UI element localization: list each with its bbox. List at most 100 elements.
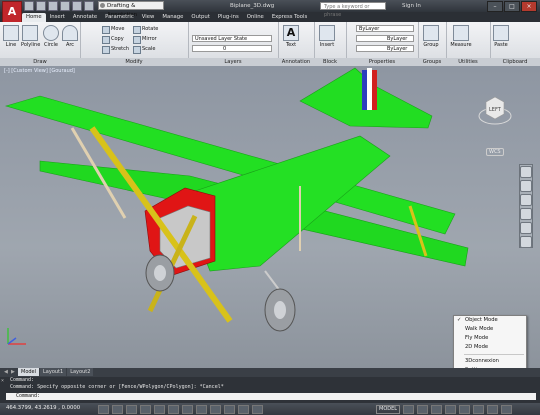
color-dropdown[interactable]: ByLayer (356, 25, 414, 32)
rotate-button[interactable]: Rotate (133, 25, 158, 34)
zoom-icon[interactable] (520, 194, 532, 206)
tab-output[interactable]: Output (187, 13, 213, 22)
layer-state-dropdown[interactable]: Unsaved Layer State (192, 35, 272, 42)
layers-panel-title[interactable]: Layers (188, 58, 278, 66)
redo-icon[interactable] (72, 1, 82, 11)
application-menu-button[interactable]: A (2, 1, 22, 23)
isolate-objects-icon[interactable] (487, 405, 499, 414)
search-input[interactable]: Type a keyword or phrase (320, 2, 386, 18)
tab-annotate[interactable]: Annotate (69, 13, 101, 22)
circle-button[interactable]: Circle (42, 25, 60, 48)
text-icon: A (283, 25, 299, 41)
tab-next-icon[interactable]: ▶ (11, 368, 17, 376)
tab-online[interactable]: Online (243, 13, 268, 22)
stretch-button[interactable]: Stretch (102, 45, 129, 54)
layer-dropdown[interactable]: 0 (192, 45, 272, 52)
close-button[interactable]: × (521, 1, 537, 12)
minimize-button[interactable]: – (487, 1, 503, 12)
copy-button[interactable]: Copy (102, 35, 124, 44)
polar-icon[interactable] (154, 405, 165, 414)
paste-button[interactable]: Paste (492, 25, 510, 48)
group-button[interactable]: Group (422, 25, 440, 48)
quick-view-drawings-icon[interactable] (417, 405, 429, 414)
tab-home[interactable]: Home (22, 13, 46, 22)
arc-button[interactable]: Arc (61, 25, 79, 48)
annotation-panel-title[interactable]: Annotation (278, 58, 314, 66)
hardware-acceleration-icon[interactable] (473, 405, 485, 414)
sign-in-link[interactable]: Sign In (402, 1, 421, 11)
lineweight-dropdown[interactable]: ByLayer (356, 45, 414, 52)
move-button[interactable]: Move (102, 25, 124, 34)
wcs-menu[interactable]: WCS (486, 148, 504, 156)
3d-osnap-icon[interactable] (182, 405, 193, 414)
grid-icon[interactable] (126, 405, 137, 414)
new-file-icon[interactable] (24, 1, 34, 11)
ortho-icon[interactable] (140, 405, 151, 414)
plot-icon[interactable] (84, 1, 94, 11)
steering-wheel-icon[interactable] (520, 166, 532, 178)
showmotion-icon[interactable] (520, 222, 532, 234)
measure-button[interactable]: Measure (450, 25, 472, 48)
pan-icon[interactable] (520, 180, 532, 192)
viewport-controls-label[interactable]: [-] [Custom View] [Gouraud] (4, 68, 75, 74)
block-panel-title[interactable]: Block (314, 58, 346, 66)
menu-item-3dconnexion-settings[interactable]: 3Dconnexion Settings... (454, 357, 526, 368)
tab-plugins[interactable]: Plug-ins (214, 13, 243, 22)
polyline-button[interactable]: Polyline (21, 25, 40, 48)
quick-view-layouts-icon[interactable] (403, 405, 415, 414)
lineweight-icon[interactable] (238, 405, 249, 414)
lock-icon[interactable] (459, 405, 471, 414)
clipboard-panel-title[interactable]: Clipboard (490, 58, 540, 66)
tab-prev-icon[interactable]: ◀ (4, 368, 10, 376)
dyn-icon[interactable] (224, 405, 235, 414)
viewcube[interactable]: LEFT (478, 92, 512, 126)
command-input[interactable]: Command: (6, 393, 536, 400)
osnap-icon[interactable] (168, 405, 179, 414)
drawing-viewport[interactable]: [-] [Custom View] [Gouraud] LEFT WCS ✓ Ob… (0, 66, 540, 368)
linetype-dropdown[interactable]: ByLayer (356, 35, 414, 42)
3dconnexion-icon[interactable] (520, 236, 532, 248)
tab-insert[interactable]: Insert (46, 13, 69, 22)
menu-item-object-mode[interactable]: ✓ Object Mode (454, 316, 526, 325)
insert-button[interactable]: Insert (318, 25, 336, 48)
tab-layout2[interactable]: Layout2 (67, 368, 94, 376)
properties-panel-title[interactable]: Properties (346, 58, 418, 66)
ducs-icon[interactable] (210, 405, 221, 414)
save-icon[interactable] (48, 1, 58, 11)
open-file-icon[interactable] (36, 1, 46, 11)
mirror-button[interactable]: Mirror (133, 35, 157, 44)
infer-constraints-icon[interactable] (98, 405, 109, 414)
tab-view[interactable]: View (138, 13, 159, 22)
close-icon[interactable]: × (1, 378, 4, 384)
coordinates-readout[interactable]: 464.3799, 43.2619 , 0.0000 (6, 405, 80, 411)
workspace-dropdown[interactable]: Drafting & Annotation (98, 1, 164, 18)
model-space-button[interactable]: MODEL (376, 405, 401, 414)
workspace-switching-icon[interactable] (445, 405, 457, 414)
utilities-panel-title[interactable]: Utilities (446, 58, 490, 66)
modify-panel-title[interactable]: Modify (80, 58, 188, 66)
tab-parametric[interactable]: Parametric (101, 13, 138, 22)
clean-screen-icon[interactable] (501, 405, 513, 414)
maximize-button[interactable]: □ (504, 1, 520, 12)
menu-item-fly-mode[interactable]: Fly Mode (454, 334, 526, 343)
snap-icon[interactable] (112, 405, 123, 414)
groups-panel-title[interactable]: Groups (418, 58, 446, 66)
text-button[interactable]: A Text (282, 25, 300, 48)
menu-item-2d-mode[interactable]: 2D Mode (454, 343, 526, 352)
undo-icon[interactable] (60, 1, 70, 11)
line-button[interactable]: Line (2, 25, 20, 48)
scale-button[interactable]: Scale (133, 45, 155, 54)
tab-model[interactable]: Model (18, 368, 40, 376)
menu-item-walk-mode[interactable]: Walk Mode (454, 325, 526, 334)
tab-layout1[interactable]: Layout1 (40, 368, 67, 376)
otrack-icon[interactable] (196, 405, 207, 414)
tab-manage[interactable]: Manage (158, 13, 187, 22)
annotation-scale-icon[interactable] (431, 405, 443, 414)
draw-panel: Line Polyline Circle Arc Draw (0, 22, 81, 66)
clipboard-panel: Paste Clipboard (490, 22, 540, 66)
copy-icon (102, 36, 110, 44)
draw-panel-title[interactable]: Draw (0, 58, 80, 66)
tab-express-tools[interactable]: Express Tools (268, 13, 311, 22)
orbit-icon[interactable] (520, 208, 532, 220)
transparency-icon[interactable] (252, 405, 263, 414)
